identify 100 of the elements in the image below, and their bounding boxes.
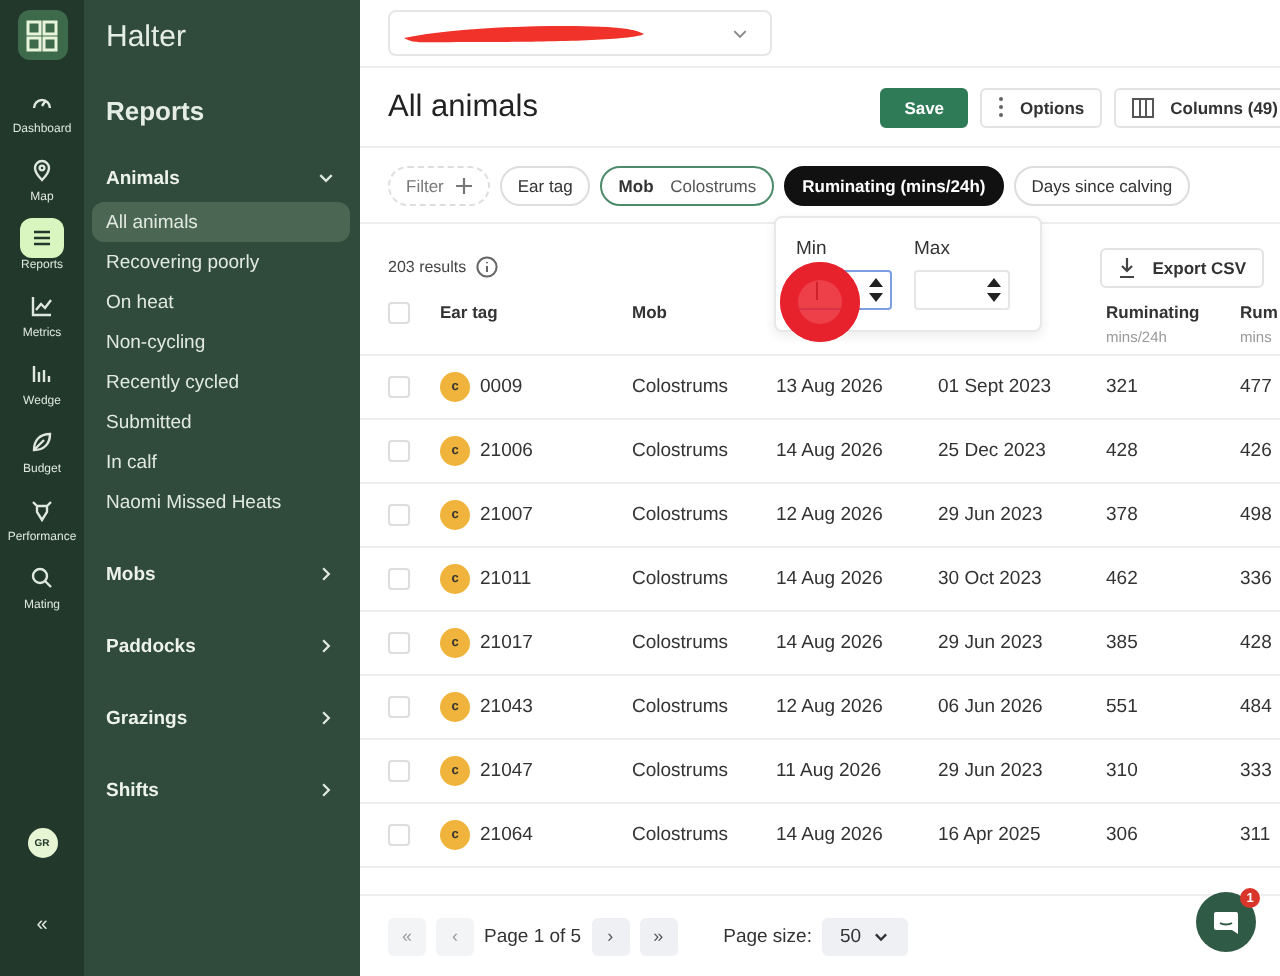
chart-icon <box>30 294 54 318</box>
table-cell: 21043 <box>480 696 533 718</box>
section-header[interactable]: Paddocks <box>92 626 350 666</box>
table-cell: 551 <box>1106 696 1138 718</box>
page-size-select[interactable]: 50 <box>821 917 908 955</box>
section-header[interactable]: Shifts <box>92 770 350 810</box>
row-checkbox[interactable] <box>388 375 410 398</box>
filter-chip[interactable]: Ear tag <box>499 166 591 206</box>
table-cell: 428 <box>1240 632 1272 654</box>
table-cell: 498 <box>1240 504 1272 526</box>
more-icon <box>998 96 1005 118</box>
table-cell: Colostrums <box>632 632 729 654</box>
row-checkbox[interactable] <box>388 503 410 526</box>
table-cell: 378 <box>1106 504 1138 526</box>
sidebar-title: Reports <box>106 96 207 126</box>
columns-icon <box>1132 97 1155 117</box>
options-button[interactable]: Options <box>980 87 1103 127</box>
table-cell: 0009 <box>480 376 523 398</box>
pin-icon <box>30 158 54 182</box>
row-checkbox[interactable] <box>388 631 410 654</box>
row-checkbox[interactable] <box>388 439 410 462</box>
table-cell: 484 <box>1240 696 1272 718</box>
row-checkbox[interactable] <box>388 695 410 718</box>
table-cell: 21047 <box>480 760 533 782</box>
filter-chip[interactable]: Filter <box>388 166 490 206</box>
table-cell: 21064 <box>480 824 533 846</box>
section-header[interactable]: Mobs <box>92 554 350 594</box>
table-cell: 306 <box>1106 824 1138 846</box>
sidebar-item[interactable]: Naomi Missed Heats <box>92 482 350 522</box>
table-cell: 12 Aug 2026 <box>776 696 883 718</box>
column-header[interactable]: Rum <box>1240 302 1280 322</box>
table-cell: 14 Aug 2026 <box>776 632 883 654</box>
table-cell: 14 Aug 2026 <box>776 824 883 846</box>
max-input[interactable] <box>914 270 1010 310</box>
sidebar-item[interactable]: Recently cycled <box>92 362 350 402</box>
table-cell: 21017 <box>480 632 533 654</box>
table-cell: 29 Jun 2023 <box>938 632 1043 654</box>
results-count: 203 results <box>388 258 467 276</box>
sidebar-item[interactable]: On heat <box>92 282 350 322</box>
brand-logo: Halter <box>106 20 189 52</box>
collapse-button[interactable]: « <box>36 914 48 936</box>
table-cell: 310 <box>1106 760 1138 782</box>
stepper-icon[interactable] <box>986 276 1002 304</box>
search-icon <box>30 566 54 590</box>
table-cell: 311 <box>1240 824 1271 846</box>
table-cell: 333 <box>1240 760 1272 782</box>
table-cell: 30 Oct 2023 <box>938 568 1042 590</box>
sidebar-item[interactable]: In calf <box>92 442 350 482</box>
last-page-button[interactable]: » <box>639 917 678 955</box>
column-header[interactable]: Mob <box>632 302 776 322</box>
table-cell: Colostrums <box>632 376 729 398</box>
leaf-icon <box>30 430 54 454</box>
logo-icon[interactable] <box>17 10 67 60</box>
table-cell: 29 Jun 2023 <box>938 504 1043 526</box>
table-cell: 462 <box>1106 568 1138 590</box>
table-cell: 06 Jun 2026 <box>938 696 1043 718</box>
table-cell: Colostrums <box>632 440 729 462</box>
sidebar-item[interactable]: All animals <box>92 202 350 242</box>
next-page-button[interactable]: › <box>591 917 630 955</box>
column-header[interactable]: Ruminating <box>1106 302 1240 322</box>
table-cell: Colostrums <box>632 824 729 846</box>
export-csv-button[interactable]: Export CSV <box>1100 247 1264 287</box>
table-cell: Colostrums <box>632 760 729 782</box>
filter-chip[interactable]: Ruminating (mins/24h) <box>784 166 1004 206</box>
table-cell: 321 <box>1106 376 1138 398</box>
table-cell: 477 <box>1240 376 1272 398</box>
info-icon[interactable] <box>476 256 499 278</box>
table-cell: 426 <box>1240 440 1272 462</box>
sidebar-item[interactable]: Submitted <box>92 402 350 442</box>
section-header[interactable]: Animals <box>92 158 350 198</box>
filter-chip[interactable]: Mob Colostrums <box>600 166 775 206</box>
chat-icon <box>1212 909 1240 935</box>
page-indicator: Page 1 of 5 <box>484 925 582 947</box>
farm-select[interactable] <box>388 10 772 56</box>
bars-icon <box>30 362 54 386</box>
column-header[interactable]: Ear tag <box>440 302 632 322</box>
table-cell: 21011 <box>480 568 532 590</box>
max-label: Max <box>914 238 952 260</box>
sidebar-item[interactable]: Recovering poorly <box>92 242 350 282</box>
table-cell: 428 <box>1106 440 1138 462</box>
save-button[interactable]: Save <box>880 87 969 127</box>
row-checkbox[interactable] <box>388 567 410 590</box>
select-all-checkbox[interactable] <box>388 302 410 325</box>
page-title: All animals <box>388 89 538 125</box>
section-header[interactable]: Grazings <box>92 698 350 738</box>
stepper-icon[interactable] <box>868 276 884 304</box>
table-cell: Colostrums <box>632 504 729 526</box>
row-checkbox[interactable] <box>388 759 410 782</box>
sidebar-item[interactable]: Non-cycling <box>92 322 350 362</box>
page-size-label: Page size: <box>723 925 812 947</box>
download-icon <box>1118 257 1137 277</box>
table-cell: 385 <box>1106 632 1138 654</box>
cow-icon <box>29 498 54 522</box>
table-cell: Colostrums <box>632 568 729 590</box>
table-cell: 01 Sept 2023 <box>938 376 1052 398</box>
columns-button[interactable]: Columns (49) <box>1114 87 1280 127</box>
table-cell: 16 Apr 2025 <box>938 824 1041 846</box>
table-cell: 12 Aug 2026 <box>776 504 883 526</box>
filter-chip[interactable]: Days since calving <box>1013 166 1191 206</box>
row-checkbox[interactable] <box>388 823 410 846</box>
